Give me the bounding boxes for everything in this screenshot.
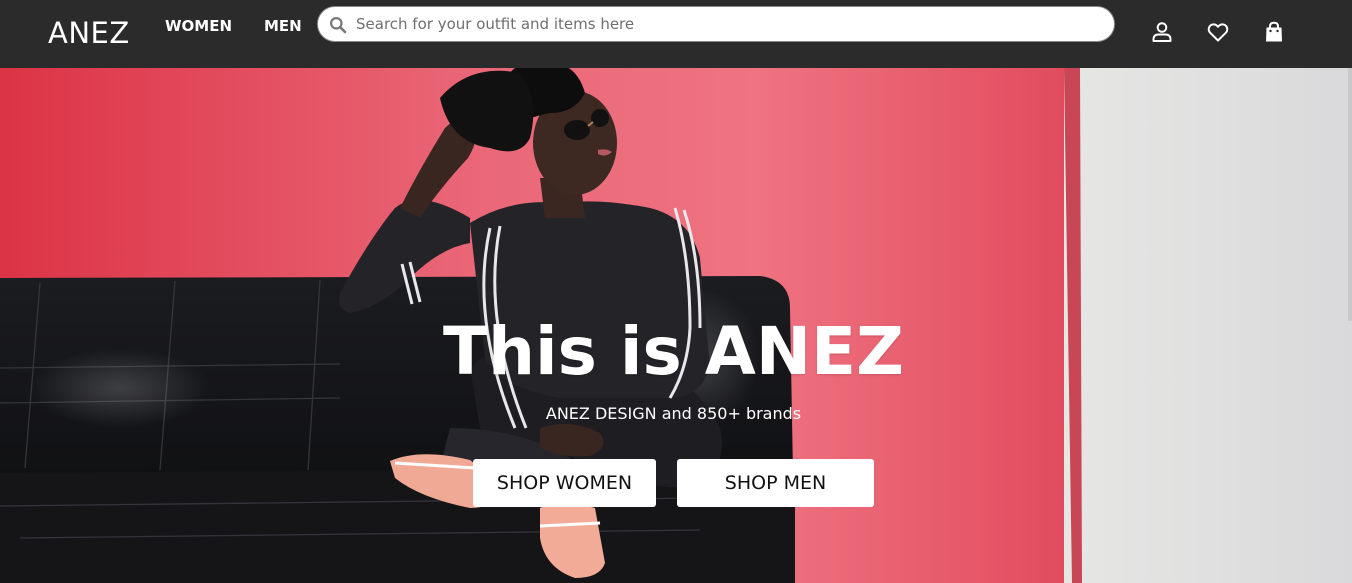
nav-link-men[interactable]: MEN [264,16,302,36]
wishlist-icon[interactable] [1206,20,1230,44]
hero-subtitle: ANEZ DESIGN and 850+ brands [545,404,802,423]
nav-link-women[interactable]: WOMEN [165,16,232,36]
search-bar[interactable] [317,6,1115,42]
account-icon[interactable] [1150,20,1174,44]
hero-banner: This is ANEZ ANEZ DESIGN and 850+ brands… [0,68,1352,583]
hero-title: This is ANEZ [442,313,905,390]
search-input[interactable] [356,7,1096,41]
shop-men-button[interactable]: SHOP MEN [677,459,874,507]
shop-women-button[interactable]: SHOP WOMEN [473,459,656,507]
page-scrollbar[interactable] [1348,68,1352,321]
search-icon[interactable] [329,16,347,34]
page: ANEZ WOMEN MEN Search for your outfit an… [0,0,1352,583]
top-navbar: ANEZ WOMEN MEN [0,0,1352,68]
brand-logo[interactable]: ANEZ [48,13,130,53]
shopping-bag-icon[interactable] [1262,20,1286,44]
